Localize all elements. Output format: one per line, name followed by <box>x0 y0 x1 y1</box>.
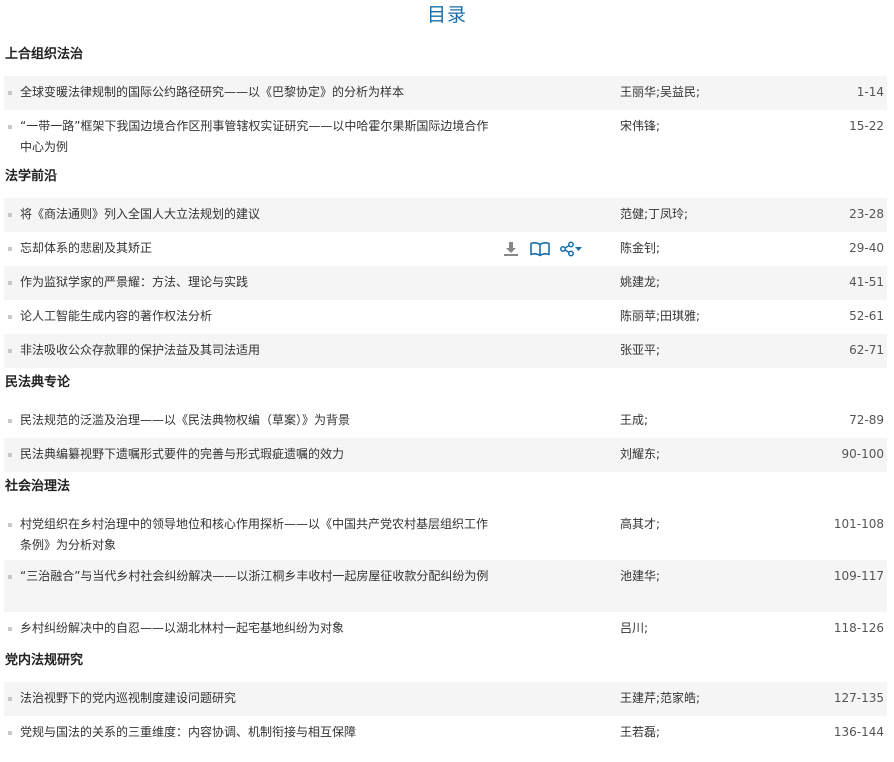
article-title-link[interactable]: 全球变暖法律规制的国际公约路径研究——以《巴黎协定》的分析为样本 <box>20 82 490 103</box>
article-authors[interactable]: 王若磊; <box>620 722 780 743</box>
article-pages: 127-135 <box>833 691 884 705</box>
read-online-icon <box>530 242 550 257</box>
list-item[interactable]: “一带一路”框架下我国边境合作区刑事管辖权实证研究——以中哈霍尔果斯国际边境合作… <box>4 110 887 162</box>
row-actions <box>498 238 584 260</box>
article-pages: 15-22 <box>849 119 884 133</box>
article-pages: 101-108 <box>833 517 884 531</box>
article-authors[interactable]: 张亚平; <box>620 340 780 361</box>
share-icon <box>559 241 574 257</box>
download-button[interactable] <box>498 238 524 260</box>
article-authors[interactable]: 王丽华;吴益民; <box>620 82 780 103</box>
article-title-link[interactable]: 作为监狱学家的严景耀：方法、理论与实践 <box>20 272 490 293</box>
download-icon <box>504 242 518 256</box>
article-title-link[interactable]: 村党组织在乡村治理中的领导地位和核心作用探析——以《中国共产党农村基层组织工作条… <box>20 514 490 556</box>
bullet-icon <box>8 575 12 579</box>
article-authors[interactable]: 刘耀东; <box>620 444 780 465</box>
bullet-icon <box>8 247 12 251</box>
bullet-icon <box>8 731 12 735</box>
bullet-icon <box>8 523 12 527</box>
list-item[interactable]: 法治视野下的党内巡视制度建设问题研究 王建芹;范家皓; 127-135 <box>4 682 887 716</box>
article-pages: 109-117 <box>833 569 884 583</box>
read-online-button[interactable] <box>524 238 556 260</box>
list-item[interactable]: 民法规范的泛滥及治理——以《民法典物权编（草案）》为背景 王成; 72-89 <box>4 404 887 438</box>
article-pages: 72-89 <box>849 413 884 427</box>
article-title-link[interactable]: 论人工智能生成内容的著作权法分析 <box>20 306 490 327</box>
list-item[interactable]: 忘却体系的悲剧及其矫正 陈金钊; 29-40 <box>4 232 887 266</box>
section-title: 社会治理法 <box>5 479 71 494</box>
section-title: 上合组织法治 <box>5 47 84 62</box>
bullet-icon <box>8 125 12 129</box>
article-pages: 41-51 <box>849 275 884 289</box>
list-item[interactable]: 乡村纠纷解决中的自忍——以湖北林村一起宅基地纠纷为对象 吕川; 118-126 <box>4 612 887 646</box>
caret-down-icon <box>574 247 582 251</box>
bullet-icon <box>8 697 12 701</box>
page-title: 目录 <box>426 4 467 26</box>
article-title-link[interactable]: “三治融合”与当代乡村社会纠纷解决——以浙江桐乡丰收村一起房屋征收款分配纠纷为例 <box>20 566 490 587</box>
section-title: 民法典专论 <box>5 375 71 390</box>
table-of-contents: 上合组织法治 全球变暖法律规制的国际公约路径研究——以《巴黎协定》的分析为样本 … <box>0 40 887 750</box>
article-authors[interactable]: 高其才; <box>620 514 780 535</box>
article-title-link[interactable]: 将《商法通则》列入全国人大立法规划的建议 <box>20 204 490 225</box>
bullet-icon <box>8 315 12 319</box>
list-item[interactable]: 全球变暖法律规制的国际公约路径研究——以《巴黎协定》的分析为样本 王丽华;吴益民… <box>4 76 887 110</box>
article-title-link[interactable]: 乡村纠纷解决中的自忍——以湖北林村一起宅基地纠纷为对象 <box>20 618 490 639</box>
article-title-link[interactable]: 党规与国法的关系的三重维度：内容协调、机制衔接与相互保障 <box>20 722 490 743</box>
article-pages: 136-144 <box>833 725 884 739</box>
section-title: 党内法规研究 <box>5 653 84 668</box>
article-title-link[interactable]: 非法吸收公众存款罪的保护法益及其司法适用 <box>20 340 490 361</box>
article-pages: 118-126 <box>833 621 884 635</box>
article-title-link[interactable]: 民法典编纂视野下遗嘱形式要件的完善与形式瑕疵遗嘱的效力 <box>20 444 490 465</box>
article-authors[interactable]: 范健;丁凤玲; <box>620 204 780 225</box>
article-authors[interactable]: 王成; <box>620 410 780 431</box>
list-item[interactable]: 论人工智能生成内容的著作权法分析 陈丽苹;田琪雅; 52-61 <box>4 300 887 334</box>
list-item[interactable]: 作为监狱学家的严景耀：方法、理论与实践 姚建龙; 41-51 <box>4 266 887 300</box>
bullet-icon <box>8 213 12 217</box>
bullet-icon <box>8 91 12 95</box>
list-item[interactable]: 村党组织在乡村治理中的领导地位和核心作用探析——以《中国共产党农村基层组织工作条… <box>4 508 887 560</box>
bullet-icon <box>8 627 12 631</box>
article-pages: 23-28 <box>849 207 884 221</box>
list-item[interactable]: 非法吸收公众存款罪的保护法益及其司法适用 张亚平; 62-71 <box>4 334 887 368</box>
article-pages: 1-14 <box>856 85 884 99</box>
article-title-link[interactable]: 法治视野下的党内巡视制度建设问题研究 <box>20 688 490 709</box>
article-pages: 52-61 <box>849 309 884 323</box>
article-pages: 90-100 <box>841 447 884 461</box>
list-item[interactable]: 党规与国法的关系的三重维度：内容协调、机制衔接与相互保障 王若磊; 136-14… <box>4 716 887 750</box>
bullet-icon <box>8 281 12 285</box>
bullet-icon <box>8 453 12 457</box>
article-authors[interactable]: 姚建龙; <box>620 272 780 293</box>
list-item[interactable]: 民法典编纂视野下遗嘱形式要件的完善与形式瑕疵遗嘱的效力 刘耀东; 90-100 <box>4 438 887 472</box>
article-authors[interactable]: 池建华; <box>620 566 780 587</box>
section-title: 法学前沿 <box>5 169 58 184</box>
article-authors[interactable]: 陈金钊; <box>620 238 780 259</box>
article-title-link[interactable]: 民法规范的泛滥及治理——以《民法典物权编（草案）》为背景 <box>20 410 490 431</box>
bullet-icon <box>8 419 12 423</box>
article-title-link[interactable]: “一带一路”框架下我国边境合作区刑事管辖权实证研究——以中哈霍尔果斯国际边境合作… <box>20 116 490 158</box>
list-item[interactable]: “三治融合”与当代乡村社会纠纷解决——以浙江桐乡丰收村一起房屋征收款分配纠纷为例… <box>4 560 887 612</box>
article-pages: 29-40 <box>849 241 884 255</box>
article-authors[interactable]: 陈丽苹;田琪雅; <box>620 306 780 327</box>
list-item[interactable]: 将《商法通则》列入全国人大立法规划的建议 范健;丁凤玲; 23-28 <box>4 198 887 232</box>
share-button[interactable] <box>556 238 584 260</box>
bullet-icon <box>8 349 12 353</box>
article-authors[interactable]: 王建芹;范家皓; <box>620 688 780 709</box>
article-title-link[interactable]: 忘却体系的悲剧及其矫正 <box>20 238 490 259</box>
article-authors[interactable]: 宋伟锋; <box>620 116 780 137</box>
article-pages: 62-71 <box>849 343 884 357</box>
article-authors[interactable]: 吕川; <box>620 618 780 639</box>
